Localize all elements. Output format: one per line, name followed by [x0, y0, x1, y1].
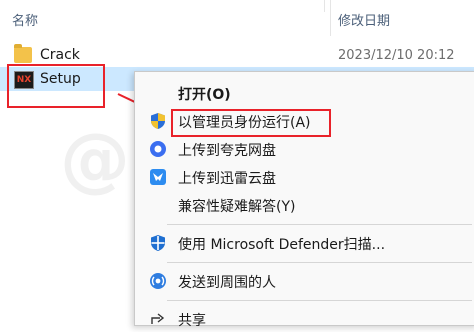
menu-item-label: 上传到迅雷云盘: [178, 171, 276, 187]
menu-item-quark-upload[interactable]: 上传到夸克网盘: [135, 136, 474, 162]
nearby-share-icon: [149, 272, 167, 290]
uac-shield-icon: [149, 112, 167, 130]
menu-item-nearby-share[interactable]: 发送到周围的人: [135, 268, 474, 294]
menu-item-label: 兼容性疑难解答(Y): [178, 199, 296, 215]
menu-item-xunlei-upload[interactable]: 上传到迅雷云盘: [135, 164, 474, 190]
quark-icon: [149, 140, 167, 158]
menu-item-label: 使用 Microsoft Defender扫描...: [178, 237, 386, 253]
menu-item-open[interactable]: 打开(O): [135, 80, 474, 106]
xunlei-icon: [149, 168, 167, 186]
menu-item-defender-scan[interactable]: 使用 Microsoft Defender扫描...: [135, 230, 474, 256]
menu-separator: [167, 224, 472, 225]
share-icon: [149, 310, 167, 328]
highlight-box-run-as-admin: [171, 109, 331, 137]
menu-item-label: 发送到周围的人: [178, 275, 276, 291]
menu-item-label: 打开(O): [178, 87, 231, 103]
defender-shield-icon: [149, 234, 167, 252]
menu-item-label: 上传到夸克网盘: [178, 143, 276, 159]
menu-separator: [167, 300, 472, 301]
menu-item-compatibility[interactable]: 兼容性疑难解答(Y): [135, 192, 474, 218]
menu-item-share[interactable]: 共享: [135, 306, 474, 332]
menu-item-label: 共享: [178, 313, 206, 329]
menu-separator: [167, 262, 472, 263]
